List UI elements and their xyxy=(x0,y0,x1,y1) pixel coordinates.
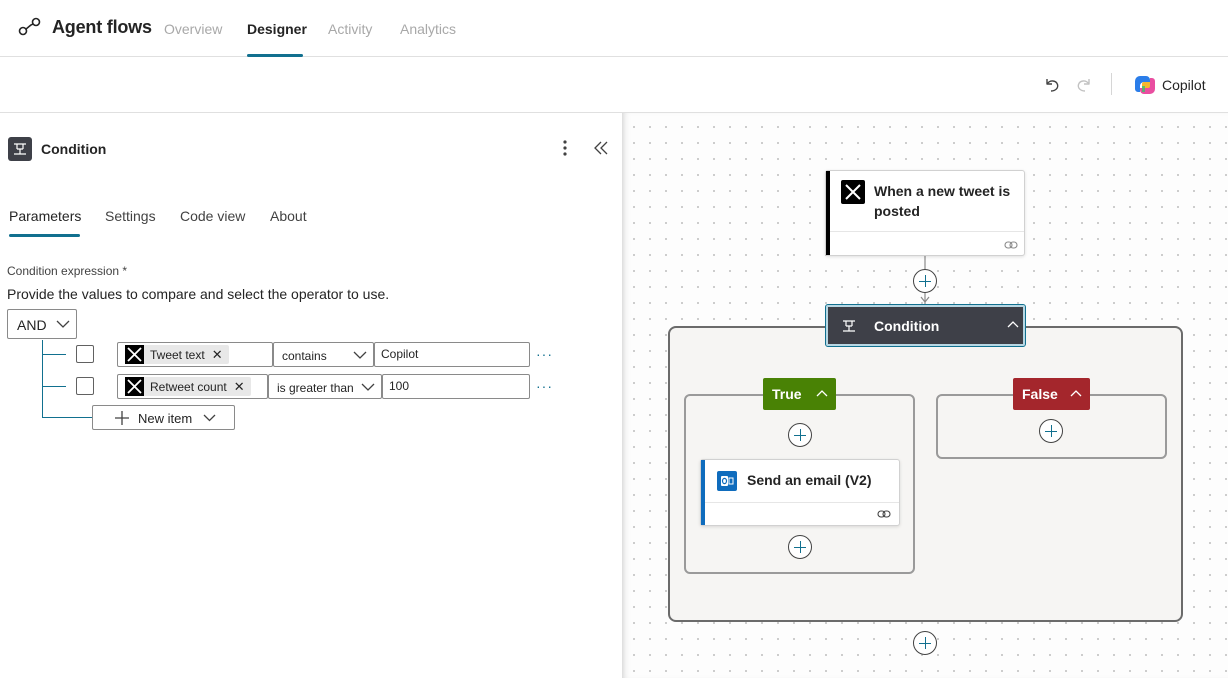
row-1-operator-select[interactable]: contains xyxy=(273,342,374,367)
copilot-icon xyxy=(1135,76,1155,94)
link-icon xyxy=(877,510,891,518)
designer-canvas[interactable]: When a new tweet is posted Condition Tru… xyxy=(622,113,1228,678)
chevron-down-icon xyxy=(353,351,367,359)
collapse-panel-icon[interactable] xyxy=(592,139,610,157)
condition-icon xyxy=(8,137,32,161)
row-1-value-input[interactable]: Copilot xyxy=(374,342,530,367)
group-operator-select[interactable]: AND xyxy=(7,309,77,339)
chevron-up-icon xyxy=(816,390,828,397)
row-2-more-icon[interactable]: ··· xyxy=(536,378,553,394)
tree-connector-vertical xyxy=(42,340,43,418)
token-label: Tweet text xyxy=(150,347,205,362)
send-email-card-accent xyxy=(701,460,705,525)
chevron-down-icon xyxy=(56,320,70,328)
condition-panel: Condition Parameters Settings Code view … xyxy=(0,113,622,678)
row-1-more-icon[interactable]: ··· xyxy=(536,346,553,362)
app-title: Agent flows xyxy=(52,17,152,37)
new-item-button[interactable]: New item xyxy=(92,405,235,430)
tab-code-view[interactable]: Code view xyxy=(180,208,245,224)
add-step-true-bottom[interactable] xyxy=(788,535,812,559)
remove-token-icon[interactable]: ✕ xyxy=(212,348,223,361)
condition-expression-label: Condition expression * xyxy=(7,264,127,278)
chevron-up-icon[interactable] xyxy=(1007,320,1019,328)
copilot-button[interactable]: Copilot xyxy=(1134,73,1206,97)
tab-about[interactable]: About xyxy=(270,208,307,224)
row-1-operand-field[interactable]: Tweet text ✕ xyxy=(117,342,273,367)
tab-analytics[interactable]: Analytics xyxy=(400,21,456,37)
tab-activity[interactable]: Activity xyxy=(328,21,372,37)
token-label: Retweet count xyxy=(150,379,227,394)
tab-designer[interactable]: Designer xyxy=(247,21,307,37)
top-bar: Agent flows Overview Designer Activity A… xyxy=(0,0,1228,57)
condition-description: Provide the values to compare and select… xyxy=(7,286,390,302)
toolbar-divider xyxy=(1111,73,1112,95)
chevron-up-icon xyxy=(1070,390,1082,397)
tree-connector-new-item xyxy=(42,417,92,418)
true-branch-text: True xyxy=(772,386,802,402)
tab-settings[interactable]: Settings xyxy=(105,208,156,224)
new-item-label: New item xyxy=(138,411,193,426)
row-2-operator-select[interactable]: is greater than xyxy=(268,374,382,399)
row-2-checkbox[interactable] xyxy=(76,377,94,395)
remove-token-icon[interactable]: ✕ xyxy=(234,380,245,393)
retweet-count-token: Retweet count ✕ xyxy=(125,377,251,396)
chevron-down-icon xyxy=(203,414,216,422)
card-divider xyxy=(705,502,899,503)
row-2-operand-field[interactable]: Retweet count ✕ xyxy=(117,374,268,399)
agent-flows-icon xyxy=(18,17,41,36)
panel-active-tab-indicator xyxy=(9,234,80,237)
add-step-button-1[interactable] xyxy=(913,269,937,293)
x-logo-icon xyxy=(841,180,865,204)
false-branch-text: False xyxy=(1022,386,1058,402)
trigger-title: When a new tweet is posted xyxy=(874,183,1011,219)
condition-node-title: Condition xyxy=(874,318,940,334)
send-email-card[interactable]: Send an email (V2) xyxy=(700,459,900,526)
link-icon xyxy=(1004,241,1018,249)
trigger-card[interactable]: When a new tweet is posted xyxy=(825,170,1025,256)
plus-icon xyxy=(115,411,129,425)
tab-overview[interactable]: Overview xyxy=(164,21,222,37)
row-2-value-input[interactable]: 100 xyxy=(382,374,530,399)
condition-icon xyxy=(843,320,855,332)
card-divider xyxy=(830,231,1024,232)
tab-parameters[interactable]: Parameters xyxy=(9,208,81,224)
condition-node[interactable]: Condition xyxy=(825,304,1026,347)
row-1-operator-value: contains xyxy=(282,349,327,363)
x-logo-icon xyxy=(125,345,144,364)
more-options-icon[interactable] xyxy=(556,138,574,158)
add-step-false[interactable] xyxy=(1039,419,1063,443)
row-2-operator-value: is greater than xyxy=(277,381,354,395)
trigger-card-accent xyxy=(826,171,830,255)
group-operator-value: AND xyxy=(17,317,47,333)
copilot-label: Copilot xyxy=(1162,77,1206,93)
redo-icon[interactable] xyxy=(1074,75,1094,95)
chevron-down-icon xyxy=(361,383,375,391)
panel-title: Condition xyxy=(41,141,107,157)
false-branch-label[interactable]: False xyxy=(1013,378,1090,410)
send-email-title: Send an email (V2) xyxy=(747,472,872,488)
true-branch-label[interactable]: True xyxy=(763,378,836,410)
add-step-after-condition[interactable] xyxy=(913,631,937,655)
tweet-text-token: Tweet text ✕ xyxy=(125,345,229,364)
condition-expression-label-text: Condition expression xyxy=(7,264,120,278)
tree-connector-row-2 xyxy=(42,386,66,387)
row-1-checkbox[interactable] xyxy=(76,345,94,363)
add-step-true-top[interactable] xyxy=(788,423,812,447)
required-mark: * xyxy=(122,264,128,278)
undo-icon[interactable] xyxy=(1042,75,1062,95)
designer-toolbar: Copilot xyxy=(0,57,1228,113)
tree-connector-row-1 xyxy=(42,354,66,355)
x-logo-icon xyxy=(125,377,144,396)
outlook-icon xyxy=(717,471,737,491)
